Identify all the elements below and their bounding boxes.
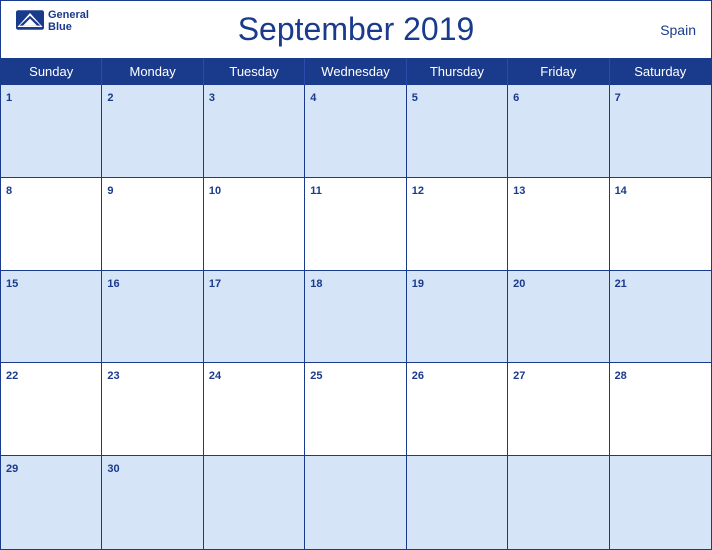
day-cell: 24 — [204, 363, 305, 456]
week-row-5: 29 30 — [1, 456, 711, 549]
day-cell: 14 — [610, 178, 711, 271]
header-thursday: Thursday — [407, 58, 508, 85]
day-cell: 17 — [204, 271, 305, 364]
logo-icon — [16, 10, 44, 30]
logo: General Blue — [16, 9, 89, 33]
country-label: Spain — [660, 22, 696, 38]
day-cell: 7 — [610, 85, 711, 178]
day-cell: 10 — [204, 178, 305, 271]
day-cell: 4 — [305, 85, 406, 178]
day-cell: 3 — [204, 85, 305, 178]
header-tuesday: Tuesday — [204, 58, 305, 85]
logo-text-blue: Blue — [48, 21, 89, 33]
header-saturday: Saturday — [610, 58, 711, 85]
day-cell: 29 — [1, 456, 102, 549]
calendar-header: General Blue September 2019 Spain — [1, 1, 711, 58]
calendar-grid: 1 2 3 4 5 6 7 8 9 10 11 12 13 14 15 16 1… — [1, 85, 711, 549]
day-cell: 8 — [1, 178, 102, 271]
day-cell: 2 — [102, 85, 203, 178]
day-cell: 21 — [610, 271, 711, 364]
day-cell: 1 — [1, 85, 102, 178]
week-row-4: 22 23 24 25 26 27 28 — [1, 363, 711, 456]
day-cell: 16 — [102, 271, 203, 364]
day-cell: 25 — [305, 363, 406, 456]
day-cell: 15 — [1, 271, 102, 364]
week-row-3: 15 16 17 18 19 20 21 — [1, 271, 711, 364]
day-cell: 9 — [102, 178, 203, 271]
header-sunday: Sunday — [1, 58, 102, 85]
day-cell — [610, 456, 711, 549]
day-cell: 23 — [102, 363, 203, 456]
day-cell: 22 — [1, 363, 102, 456]
day-cell: 13 — [508, 178, 609, 271]
day-cell: 11 — [305, 178, 406, 271]
day-cell: 27 — [508, 363, 609, 456]
day-cell: 5 — [407, 85, 508, 178]
day-cell: 26 — [407, 363, 508, 456]
day-cell: 18 — [305, 271, 406, 364]
week-row-1: 1 2 3 4 5 6 7 — [1, 85, 711, 178]
header-monday: Monday — [102, 58, 203, 85]
day-cell: 19 — [407, 271, 508, 364]
day-cell — [508, 456, 609, 549]
logo-text-general: General — [48, 9, 89, 21]
week-row-2: 8 9 10 11 12 13 14 — [1, 178, 711, 271]
day-cell: 28 — [610, 363, 711, 456]
day-cell — [305, 456, 406, 549]
day-cell: 12 — [407, 178, 508, 271]
header-wednesday: Wednesday — [305, 58, 406, 85]
days-of-week-header: Sunday Monday Tuesday Wednesday Thursday… — [1, 58, 711, 85]
day-cell: 20 — [508, 271, 609, 364]
day-cell: 30 — [102, 456, 203, 549]
day-cell — [204, 456, 305, 549]
day-cell: 6 — [508, 85, 609, 178]
calendar: General Blue September 2019 Spain Sunday… — [0, 0, 712, 550]
day-cell — [407, 456, 508, 549]
month-title: September 2019 — [238, 11, 475, 48]
header-friday: Friday — [508, 58, 609, 85]
